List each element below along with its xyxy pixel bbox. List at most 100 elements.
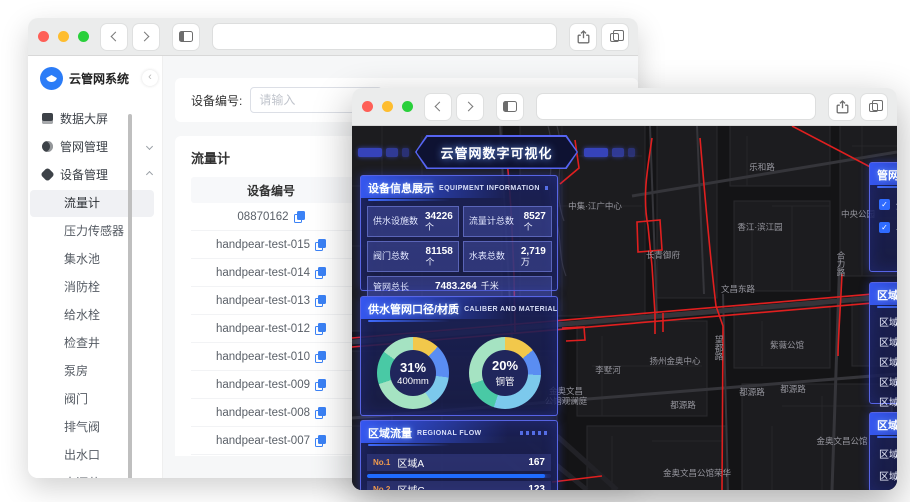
close-window-button[interactable] [362,101,373,112]
device-id: handpear-test-010 [216,350,310,363]
stat-unit: 千米 [480,281,499,292]
copy-icon[interactable] [314,350,327,363]
sidebar-subitem[interactable]: 出水口 [30,442,154,469]
back-button[interactable] [101,23,127,50]
panel-title: 供水管网口径/材质 [368,304,460,316]
share-button[interactable] [570,23,596,50]
tabs-icon [868,100,883,112]
sidebar-item-data-screen[interactable]: 数据大屏 [28,104,162,132]
panel-subtitle: EQUIPMENT INFORMATION [439,184,540,192]
panel-subtitle: REGIONAL FLOW [417,429,482,437]
stat-unit: 万 [520,257,530,268]
sidebar-collapse-button[interactable]: ‹ [142,70,158,86]
region-legend-item[interactable]: 区域A [870,311,897,331]
forward-button[interactable] [133,23,159,50]
sidebar-subitem[interactable]: 泵房 [30,358,154,385]
sidebar-toggle-button[interactable] [497,93,523,120]
tabs-overview-button[interactable] [861,93,887,120]
device-id: handpear-test-014 [216,266,310,279]
sidebar-item-device-management[interactable]: 设备管理 [28,160,162,188]
copy-icon[interactable] [314,238,327,251]
zoom-window-button[interactable] [402,101,413,112]
copy-icon[interactable] [314,434,327,447]
data-screen-icon [42,112,53,124]
donut-center: 20% 铜管 [482,350,528,396]
share-button[interactable] [829,93,855,120]
sidebar-subitem[interactable]: 集水池 [30,246,154,273]
checkbox-checked-icon[interactable]: ✓ [879,222,890,233]
sidebar-toggle-button[interactable] [173,23,199,50]
chevron-right-icon [139,31,150,42]
stat-value: 34226 [425,210,453,222]
donut-label: 400mm [397,375,429,387]
copy-icon[interactable] [314,266,327,279]
map-label: 乐和路 [749,162,775,172]
map-label: 紫薇公馆 [770,340,804,350]
flow-row: No.2 区域C123 [367,481,551,490]
minimize-window-button[interactable] [58,31,69,42]
menu-label: 设备管理 [60,167,109,182]
stat-value: 2,719 [520,245,546,257]
sidebar-subitem[interactable]: 检查井 [30,330,154,357]
flow-value: 123 [528,484,545,490]
stat-cell: 流量计总数 8527 个 [462,206,552,237]
device-id: handpear-test-007 [216,434,310,447]
menu-label: 管网管理 [60,139,109,154]
map-label: 都源路 [670,400,696,410]
panel-title: 管网图层 [877,170,897,182]
close-window-button[interactable] [38,31,49,42]
region-legend-item[interactable]: 区域E [870,391,897,411]
region-speed-item[interactable]: 区域B [870,441,897,463]
forward-button[interactable] [457,93,483,120]
dashboard-title-badge: 云管网数字可视化 [415,135,579,169]
copy-icon[interactable] [314,294,327,307]
region-legend-item[interactable]: 区域C [870,351,897,371]
region-speed-item[interactable]: 区域D [870,485,897,490]
back-button[interactable] [425,93,451,120]
sidebar-subitem[interactable]: 消防栓 [30,274,154,301]
layer-option[interactable]: ✓ 全选 [870,191,897,214]
sidebar-subitem[interactable]: 水源井 [30,470,154,478]
layer-option[interactable]: ✓ 导入 [870,214,897,237]
region-legend-item[interactable]: 区域B [870,331,897,351]
url-bar[interactable] [537,94,815,119]
chevron-down-icon [145,142,154,150]
sidebar-subitem[interactable]: 给水栓 [30,302,154,329]
stat-value-group: 34226 个 [425,211,453,233]
sidebar-subitem[interactable]: 阀门 [30,386,154,413]
copy-icon[interactable] [314,322,327,335]
region-name: 区域E [879,398,897,409]
stat-cell: 水表总数 2,719 万 [462,241,552,272]
url-bar[interactable] [213,24,556,49]
sidebar-scrollbar[interactable] [128,114,132,478]
stat-cell: 供水设施数 34226 个 [367,206,459,237]
sidebar-subitem[interactable]: 排气阀 [30,414,154,441]
chevron-left-icon [434,101,445,112]
zoom-window-button[interactable] [78,31,89,42]
tabs-icon [609,30,624,42]
map-label: 金奥文昌公馆 [816,436,867,446]
copy-icon[interactable] [314,406,327,419]
region-name: 区域A [879,318,897,329]
copy-icon[interactable] [293,210,306,223]
donut-charts: 31% 400mm 20% 铜管 [361,325,557,409]
flow-region-name: 区域A [397,459,425,470]
region-legend-item[interactable]: 区域D [870,371,897,391]
sidebar-item-pipe-management[interactable]: 管网管理 [28,132,162,160]
copy-icon[interactable] [314,378,327,391]
stat-cell: 管网总长 7483.264 千米 [367,276,552,298]
menu-label: 数据大屏 [60,111,109,126]
minimize-window-button[interactable] [382,101,393,112]
sidebar-subitem[interactable]: 流量计 [30,190,154,217]
sidebar: 云管网系统 ‹ 数据大屏 管网管理 设备管理 流量计 压力传感器 集水池 消防栓… [28,56,163,478]
checkbox-checked-icon[interactable]: ✓ [879,199,890,210]
donut-chart: 20% 铜管 [469,337,541,409]
flow-region-name: 区域C [397,482,528,490]
sidebar-subitem[interactable]: 压力传感器 [30,218,154,245]
tabs-overview-button[interactable] [602,23,628,50]
region-speed-item[interactable]: 区域C [870,463,897,485]
regional-flow-panel: 区域流量 REGIONAL FLOW No.1 区域A 167 No.2 区域C123 [360,420,558,490]
donut-chart: 31% 400mm [377,337,449,409]
map-label: 扬州金奥中心 [649,356,701,366]
stat-value: 81158 [425,245,453,257]
